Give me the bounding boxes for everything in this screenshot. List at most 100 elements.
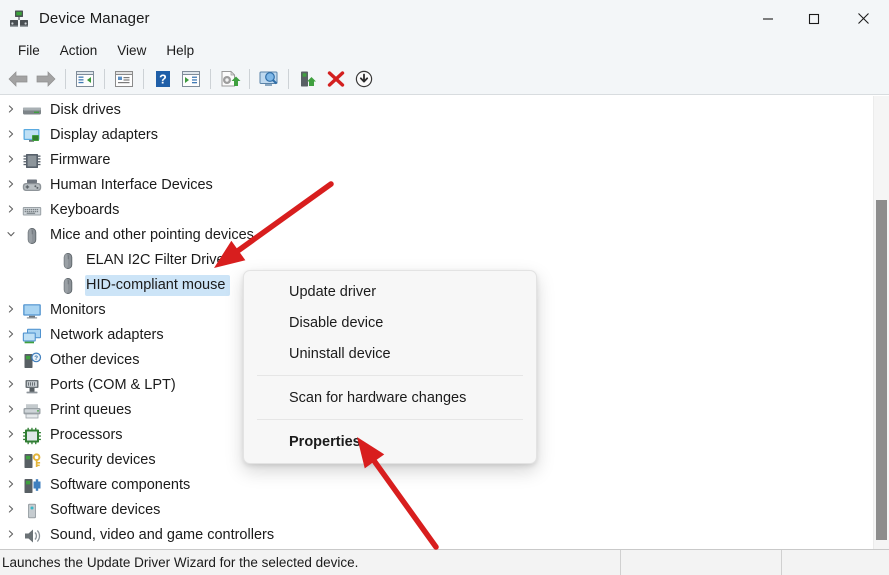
menu-help[interactable]: Help — [156, 40, 204, 61]
close-button[interactable] — [837, 0, 889, 37]
tree-expander-icon[interactable] — [0, 354, 22, 367]
firmware-chip-icon — [22, 152, 42, 170]
properties-icon[interactable] — [110, 66, 138, 92]
tree-item-label: Disk drives — [50, 102, 121, 118]
svg-text:?: ? — [159, 72, 167, 86]
tree-expander-icon[interactable] — [0, 479, 22, 492]
status-cell-tertiary — [782, 550, 889, 575]
minimize-button[interactable] — [745, 0, 791, 37]
tree-item-label: Sound, video and game controllers — [50, 527, 275, 543]
disable-device-icon[interactable] — [350, 66, 378, 92]
tree-item-label: Ports (COM & LPT) — [50, 377, 176, 393]
tree-expander-icon[interactable] — [0, 204, 22, 217]
context-menu-item[interactable]: Uninstall device — [244, 338, 536, 369]
forward-arrow-icon[interactable] — [32, 66, 60, 92]
software-device-icon — [22, 502, 42, 520]
mouse-icon — [58, 277, 78, 295]
context-menu-separator — [257, 375, 523, 376]
tree-item-label: Mice and other pointing devices — [50, 227, 254, 243]
toolbar-separator — [249, 68, 250, 89]
update-driver-icon[interactable] — [216, 66, 244, 92]
tree-expander-icon[interactable] — [0, 329, 22, 342]
tree-item[interactable]: Disk drives — [0, 98, 862, 123]
status-bar: Launches the Update Driver Wizard for th… — [0, 549, 889, 575]
context-menu: Update driver Disable device Uninstall dev… — [243, 270, 537, 464]
context-menu-item[interactable]: Properties — [244, 426, 536, 457]
tree-expander-icon[interactable] — [0, 454, 22, 467]
tree-item-label: Keyboards — [50, 202, 120, 218]
tree-item-label: Software devices — [50, 502, 161, 518]
display-adapter-icon — [22, 127, 42, 145]
toolbar: ? — [0, 63, 889, 95]
tree-item-label: Software components — [50, 477, 191, 493]
menu-bar: File Action View Help — [0, 37, 889, 63]
tree-expander-icon[interactable] — [0, 154, 22, 167]
context-menu-item[interactable]: Disable device — [244, 307, 536, 338]
tree-item[interactable]: Software components — [0, 473, 862, 498]
tree-item[interactable]: Keyboards — [0, 198, 862, 223]
context-menu-separator — [257, 419, 523, 420]
printer-icon — [22, 402, 42, 420]
context-menu-item[interactable]: Update driver — [244, 276, 536, 307]
vertical-scrollbar[interactable] — [873, 96, 889, 549]
uninstall-device-icon[interactable] — [322, 66, 350, 92]
menu-view[interactable]: View — [107, 40, 156, 61]
status-cell-secondary — [621, 550, 782, 575]
tree-item-label: ELAN I2C Filter Driver — [86, 252, 230, 268]
add-legacy-hardware-icon[interactable] — [294, 66, 322, 92]
maximize-button[interactable] — [791, 0, 837, 37]
menu-action[interactable]: Action — [50, 40, 108, 61]
tree-expander-icon[interactable] — [0, 404, 22, 417]
tree-expander-icon[interactable] — [0, 229, 22, 242]
device-manager-window: Device Manager File Action View Help ? D… — [0, 0, 889, 575]
scrollbar-thumb[interactable] — [876, 200, 887, 540]
tree-expander-icon[interactable] — [0, 379, 22, 392]
scan-hardware-changes-icon[interactable] — [255, 66, 283, 92]
tree-item-label: Display adapters — [50, 127, 158, 143]
tree-item-label: Network adapters — [50, 327, 164, 343]
device-manager-icon — [9, 9, 29, 29]
tree-expander-icon[interactable] — [0, 104, 22, 117]
tree-expander-icon[interactable] — [0, 304, 22, 317]
network-adapter-icon — [22, 327, 42, 345]
menu-file[interactable]: File — [8, 40, 50, 61]
title-bar: Device Manager — [0, 0, 889, 37]
tree-expander-icon[interactable] — [0, 429, 22, 442]
tree-item[interactable]: Firmware — [0, 148, 862, 173]
tree-item[interactable]: Sound, video and game controllers — [0, 523, 862, 548]
tree-item[interactable]: Mice and other pointing devices — [0, 223, 862, 248]
toolbar-separator — [104, 68, 105, 89]
keyboard-icon — [22, 202, 42, 220]
tree-expander-icon[interactable] — [0, 504, 22, 517]
tree-item-label: Processors — [50, 427, 123, 443]
tree-expander-icon[interactable] — [0, 129, 22, 142]
show-hide-console-tree-icon[interactable] — [71, 66, 99, 92]
help-icon[interactable]: ? — [149, 66, 177, 92]
other-device-icon: ? — [22, 351, 42, 370]
security-device-icon — [22, 452, 42, 470]
software-component-icon — [22, 477, 42, 495]
window-title: Device Manager — [39, 10, 150, 27]
status-message: Launches the Update Driver Wizard for th… — [0, 550, 621, 575]
toolbar-separator — [288, 68, 289, 89]
window-controls — [745, 0, 889, 37]
tree-item-label: Other devices — [50, 352, 140, 368]
tree-item[interactable]: Display adapters — [0, 123, 862, 148]
monitor-icon — [22, 302, 42, 320]
context-menu-item[interactable]: Scan for hardware changes — [244, 382, 536, 413]
tree-item[interactable]: Human Interface Devices — [0, 173, 862, 198]
port-icon — [22, 377, 42, 395]
back-arrow-icon[interactable] — [4, 66, 32, 92]
tree-expander-icon[interactable] — [0, 529, 22, 542]
mouse-icon — [22, 227, 42, 245]
tree-item-label: Print queues — [50, 402, 132, 418]
disk-drive-icon — [22, 102, 42, 120]
tree-item-label: Monitors — [50, 302, 106, 318]
show-hide-action-pane-icon[interactable] — [177, 66, 205, 92]
mouse-icon — [58, 252, 78, 270]
tree-item[interactable]: Software devices — [0, 498, 862, 523]
tree-item-label: Human Interface Devices — [50, 177, 213, 193]
tree-item-label: HID-compliant mouse — [85, 275, 231, 296]
tree-expander-icon[interactable] — [0, 179, 22, 192]
toolbar-separator — [143, 68, 144, 89]
